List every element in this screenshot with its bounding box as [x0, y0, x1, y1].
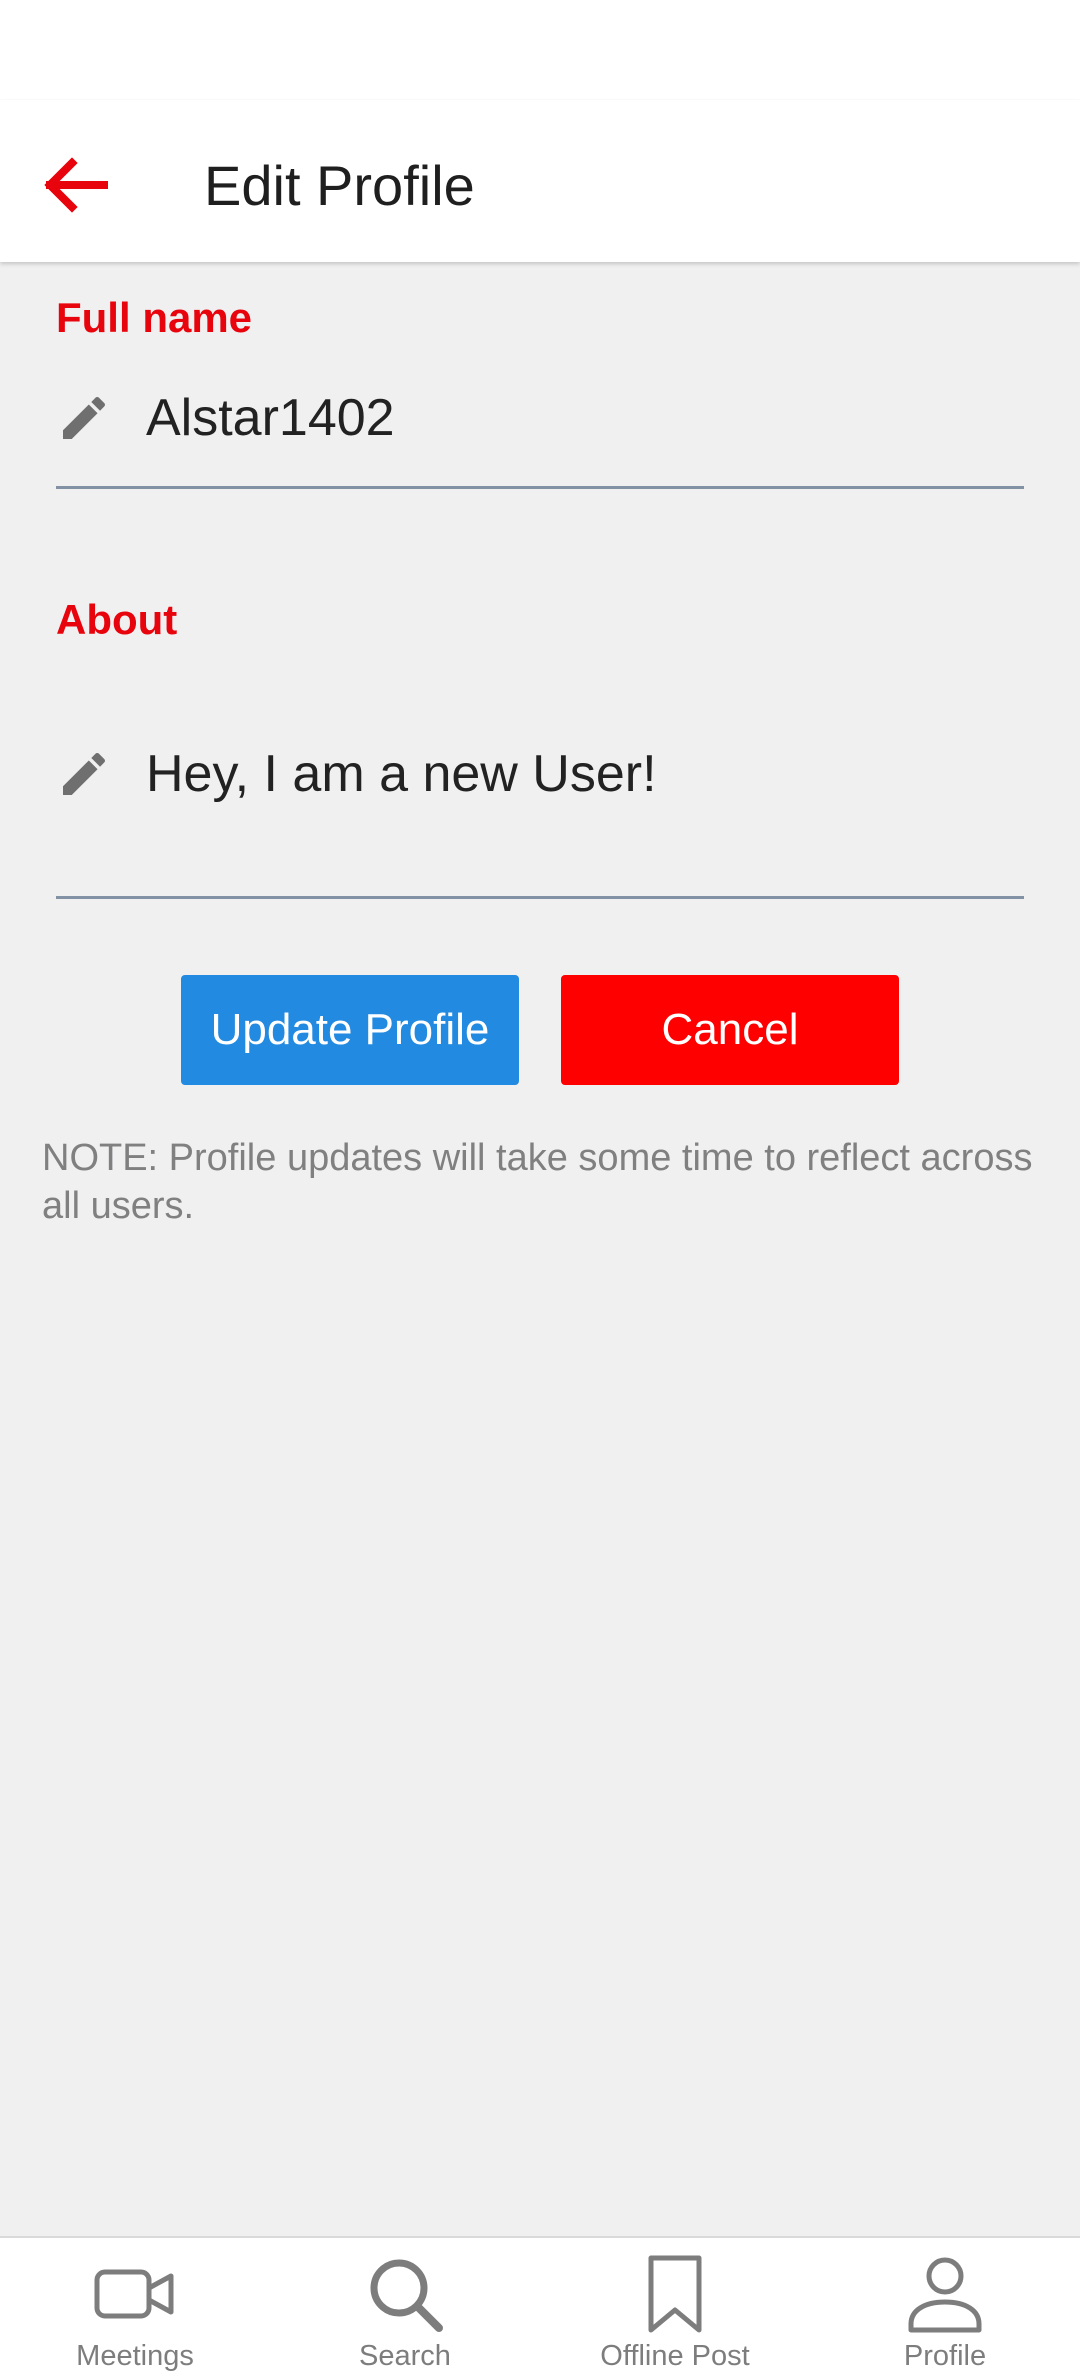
nav-item-offline-post[interactable]: Offline Post	[540, 2238, 810, 2378]
video-camera-icon	[94, 2269, 174, 2319]
about-value[interactable]: Hey, I am a new User!	[146, 742, 657, 806]
full-name-underline	[56, 486, 1024, 489]
profile-update-note: NOTE: Profile updates will take some tim…	[42, 1137, 1033, 1227]
about-underline	[56, 896, 1024, 899]
nav-label-meetings: Meetings	[76, 2340, 194, 2372]
nav-item-profile[interactable]: Profile	[810, 2238, 1080, 2378]
nav-label-search: Search	[359, 2340, 451, 2372]
cancel-button[interactable]: Cancel	[561, 975, 899, 1085]
page-title: Edit Profile	[204, 154, 475, 217]
bookmark-icon	[648, 2255, 702, 2333]
about-field[interactable]: Hey, I am a new User!	[56, 742, 1024, 806]
person-icon	[908, 2257, 982, 2333]
pencil-icon	[63, 752, 106, 795]
update-profile-button[interactable]: Update Profile	[181, 975, 519, 1085]
search-icon	[370, 2259, 443, 2332]
full-name-field[interactable]: Alstar1402	[56, 386, 1024, 450]
about-label: About	[56, 596, 178, 643]
nav-item-meetings[interactable]: Meetings	[0, 2238, 270, 2378]
full-name-value[interactable]: Alstar1402	[146, 386, 395, 450]
full-name-label: Full name	[56, 294, 253, 341]
bottom-navigation: Meetings Search Offline Post Profile	[0, 2236, 1080, 2378]
arrow-back-icon	[44, 157, 108, 213]
pencil-icon	[63, 396, 106, 439]
nav-item-search[interactable]: Search	[270, 2238, 540, 2378]
status-bar	[0, 0, 1080, 100]
nav-label-profile: Profile	[903, 2340, 987, 2372]
nav-label-offline-post: Offline Post	[600, 2340, 750, 2372]
back-button[interactable]	[40, 140, 150, 230]
app-bar: Edit Profile	[0, 100, 1080, 262]
